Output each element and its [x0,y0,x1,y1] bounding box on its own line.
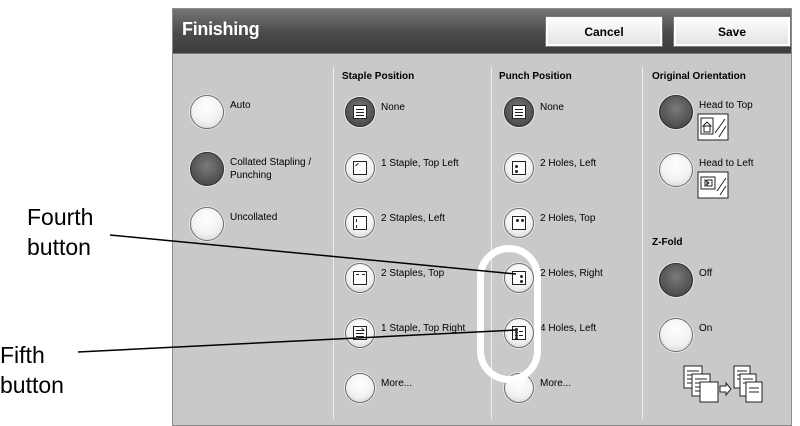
callout-leader-lines [77,234,517,353]
fifth-leader-line [77,329,517,353]
fourth-leader-line [109,234,517,275]
